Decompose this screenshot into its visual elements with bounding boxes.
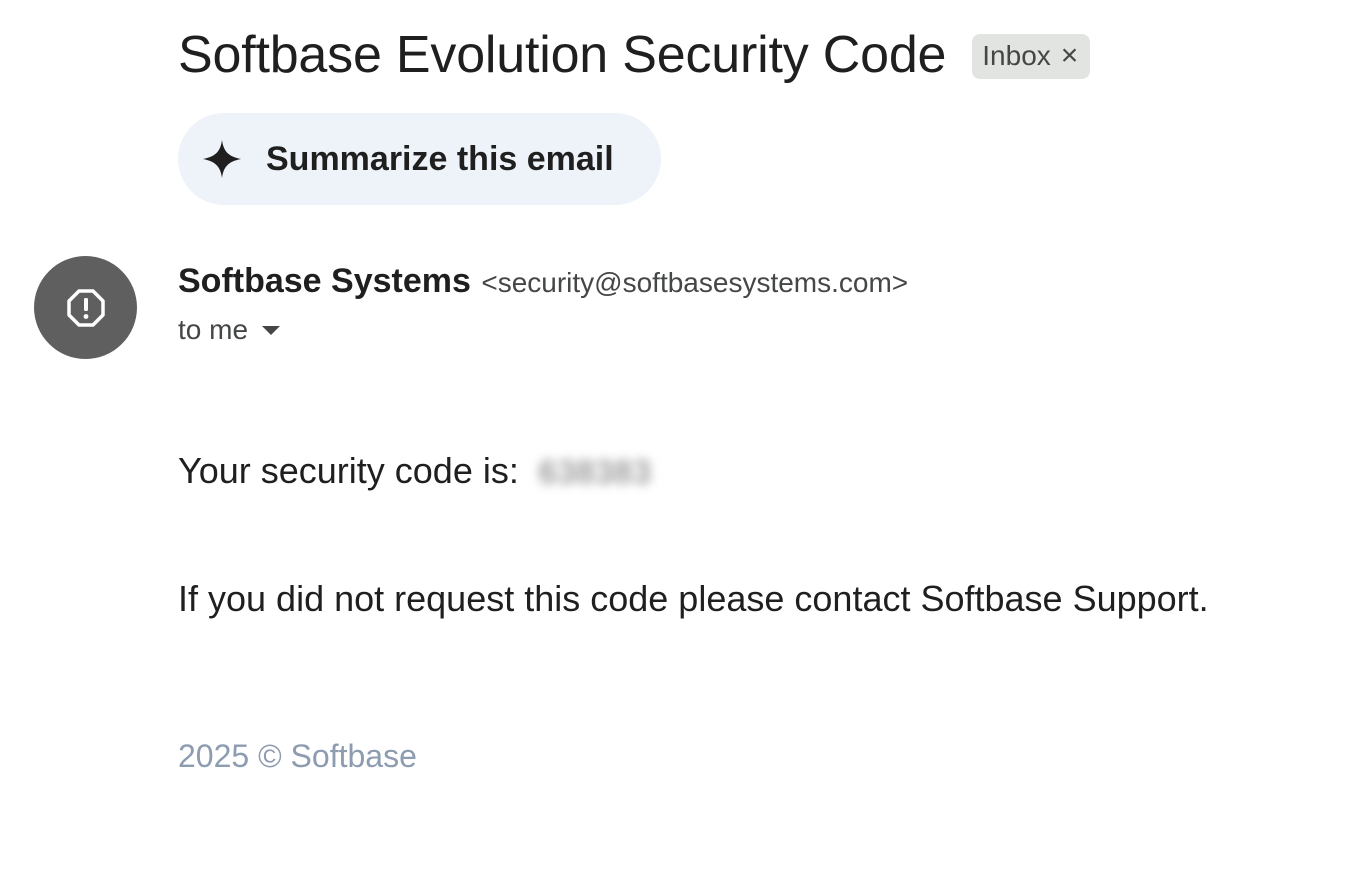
- recipient-row[interactable]: to me: [178, 314, 281, 346]
- recipient-details-dropdown-icon[interactable]: [262, 325, 281, 335]
- sender-name[interactable]: Softbase Systems: [178, 262, 471, 300]
- inbox-label-chip[interactable]: Inbox ×: [972, 33, 1091, 79]
- email-footer: 2025 © Softbase: [178, 738, 417, 774]
- subject-row: Softbase Evolution Security Code Inbox ×: [178, 22, 1091, 88]
- remove-label-icon[interactable]: ×: [1061, 41, 1079, 71]
- email-view: Softbase Evolution Security Code Inbox ×…: [0, 0, 1360, 880]
- security-code-line: Your security code is: 638383: [178, 450, 652, 492]
- sender-avatar[interactable]: [34, 256, 137, 359]
- label-chip-text: Inbox: [982, 40, 1051, 71]
- summarize-email-button[interactable]: Summarize this email: [178, 113, 661, 205]
- sparkle-icon: [203, 140, 241, 178]
- security-code-value: 638383: [538, 454, 652, 490]
- warning-octagon-icon: [66, 288, 105, 327]
- support-notice: If you did not request this code please …: [178, 578, 1209, 619]
- recipient-text: to me: [178, 314, 249, 345]
- summarize-button-label: Summarize this email: [266, 139, 614, 178]
- email-subject: Softbase Evolution Security Code: [178, 26, 947, 84]
- security-code-prefix: Your security code is:: [178, 450, 519, 491]
- sender-row: Softbase Systems <security@softbasesyste…: [178, 262, 908, 301]
- sender-email: <security@softbasesystems.com>: [481, 267, 909, 298]
